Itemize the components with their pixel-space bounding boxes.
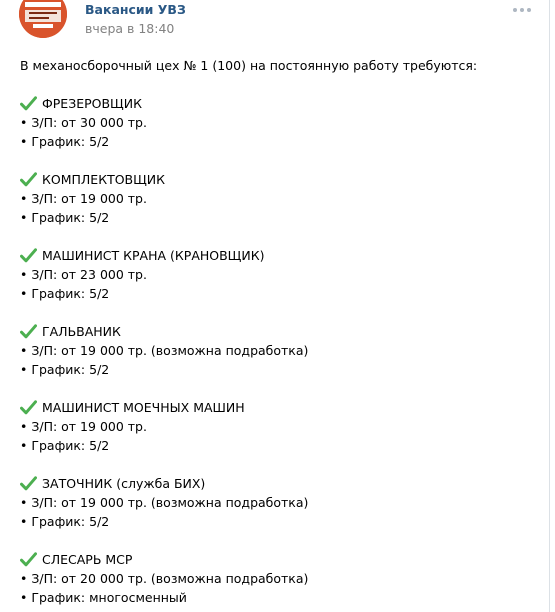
job-schedule: • График: 5/2 <box>20 286 110 301</box>
job-item: МАШИНИСТ МОЕЧНЫХ МАШИН • З/П: от 19 000 … <box>20 398 540 455</box>
job-schedule: • График: 5/2 <box>20 210 110 225</box>
check-mark-icon <box>20 552 37 567</box>
job-salary: • З/П: от 30 000 тр. <box>20 115 147 130</box>
job-salary: • З/П: от 23 000 тр. <box>20 267 147 282</box>
job-schedule: • График: 5/2 <box>20 362 110 377</box>
job-title-row: ФРЕЗЕРОВЩИК <box>20 94 540 113</box>
post-text: В механосборочный цех № 1 (100) на посто… <box>20 56 540 612</box>
job-schedule: • График: 5/2 <box>20 514 110 529</box>
post-timestamp[interactable]: вчера в 18:40 <box>85 21 174 36</box>
community-name[interactable]: Вакансии УВЗ <box>85 2 186 17</box>
job-title-row: СЛЕСАРЬ МСР <box>20 550 540 569</box>
check-mark-icon <box>20 248 37 263</box>
job-item: ЗАТОЧНИК (служба БИХ) • З/П: от 19 000 т… <box>20 474 540 531</box>
check-mark-icon <box>20 172 37 187</box>
job-salary: • З/П: от 20 000 тр. (возможна подработк… <box>20 571 309 586</box>
job-title-row: КОМПЛЕКТОВЩИК <box>20 170 540 189</box>
job-item: ГАЛЬВАНИК • З/П: от 19 000 тр. (возможна… <box>20 322 540 379</box>
community-logo-icon <box>19 0 67 38</box>
check-mark-icon <box>20 96 37 111</box>
check-mark-icon <box>20 400 37 415</box>
check-mark-icon <box>20 476 37 491</box>
post-intro: В механосборочный цех № 1 (100) на посто… <box>20 58 478 73</box>
job-salary: • З/П: от 19 000 тр. <box>20 191 147 206</box>
job-salary: • З/П: от 19 000 тр. (возможна подработк… <box>20 343 309 358</box>
job-schedule: • График: многосменный <box>20 590 187 605</box>
job-item: МАШИНИСТ КРАНА (КРАНОВЩИК) • З/П: от 23 … <box>20 246 540 303</box>
check-mark-icon <box>20 324 37 339</box>
job-title: МАШИНИСТ КРАНА (КРАНОВЩИК) <box>42 248 265 263</box>
community-avatar[interactable] <box>19 0 67 38</box>
wall-post: Вакансии УВЗ вчера в 18:40 В механосборо… <box>0 0 550 612</box>
job-salary: • З/П: от 19 000 тр. <box>20 419 147 434</box>
job-title: ГАЛЬВАНИК <box>42 324 121 339</box>
job-title: СЛЕСАРЬ МСР <box>42 552 133 567</box>
job-salary: • З/П: от 19 000 тр. (возможна подработк… <box>20 495 309 510</box>
job-title: ЗАТОЧНИК (служба БИХ) <box>42 476 206 491</box>
job-title-row: ГАЛЬВАНИК <box>20 322 540 341</box>
job-title-row: МАШИНИСТ КРАНА (КРАНОВЩИК) <box>20 246 540 265</box>
job-schedule: • График: 5/2 <box>20 438 110 453</box>
job-title: ФРЕЗЕРОВЩИК <box>42 96 142 111</box>
post-header: Вакансии УВЗ вчера в 18:40 <box>0 0 549 46</box>
job-item: ФРЕЗЕРОВЩИК • З/П: от 30 000 тр. • Графи… <box>20 94 540 151</box>
job-title: КОМПЛЕКТОВЩИК <box>42 172 166 187</box>
job-schedule: • График: 5/2 <box>20 134 110 149</box>
job-title-row: ЗАТОЧНИК (служба БИХ) <box>20 474 540 493</box>
job-title: МАШИНИСТ МОЕЧНЫХ МАШИН <box>42 400 245 415</box>
job-item: КОМПЛЕКТОВЩИК • З/П: от 19 000 тр. • Гра… <box>20 170 540 227</box>
more-options-icon[interactable] <box>513 6 531 12</box>
job-title-row: МАШИНИСТ МОЕЧНЫХ МАШИН <box>20 398 540 417</box>
job-item: СЛЕСАРЬ МСР • З/П: от 20 000 тр. (возмож… <box>20 550 540 607</box>
